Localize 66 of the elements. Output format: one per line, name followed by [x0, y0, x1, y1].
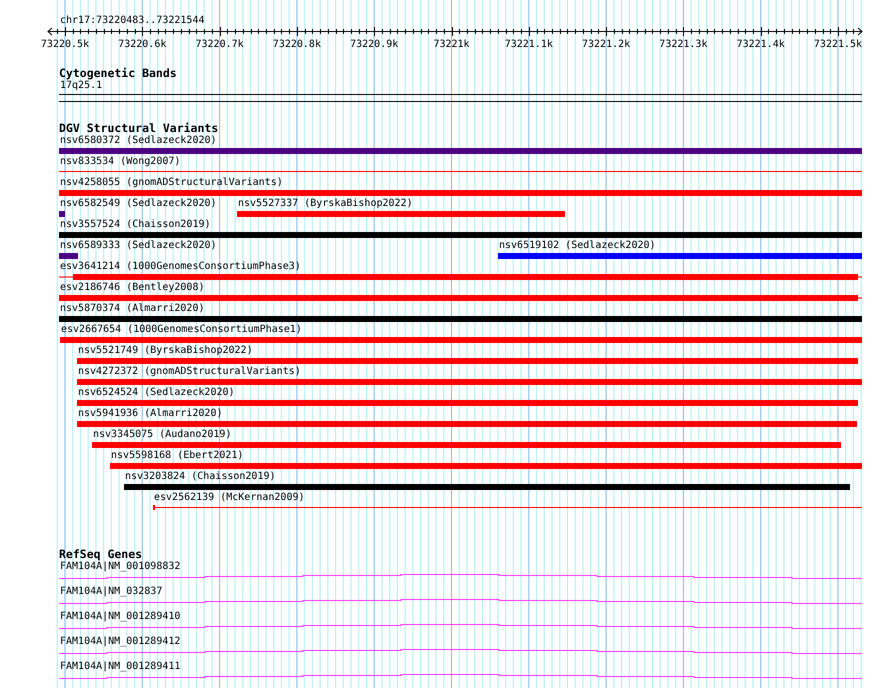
track-title: RefSeq Genes [59, 548, 142, 561]
gene-label: FAM104A|NM_032837 [59, 586, 162, 597]
feature-bar[interactable] [59, 211, 65, 217]
feature-label: esv2186746 (Bentley2008) [60, 282, 204, 294]
gene-label: FAM104A|NM_001098832 [59, 561, 180, 572]
tick-label: 73220.8k [272, 39, 322, 51]
feature-bar[interactable] [59, 295, 862, 301]
feature-label: nsv3557524 (Chaisson2019) [60, 219, 211, 231]
feature-bar[interactable] [59, 274, 862, 280]
track-title: DGV Structural Variants [59, 122, 218, 135]
feature-label: nsv4272372 (gnomADStructuralVariants) [78, 366, 301, 378]
location-label: chr17:73220483..73221544 [59, 15, 204, 27]
feature-label: nsv6519102 (Sedlazeck2020) [499, 240, 656, 252]
feature-bar[interactable] [59, 253, 78, 259]
feature-bar[interactable] [60, 337, 862, 343]
feature-line[interactable] [153, 505, 862, 511]
feature-label: nsv6524524 (Sedlazeck2020) [78, 387, 235, 399]
feature-label: nsv5941936 (Almarri2020) [78, 408, 222, 420]
feature-label: nsv6582549 (Sedlazeck2020) [60, 198, 217, 210]
feature-label: nsv5521749 (ByrskaBishop2022) [78, 345, 253, 357]
feature-bar[interactable] [59, 316, 862, 322]
feature-label: nsv5870374 (Almarri2020) [60, 303, 204, 315]
feature-label: esv3641214 (1000GenomesConsortiumPhase3) [60, 261, 301, 273]
tick-label: 73221.1k [504, 39, 554, 51]
tick-label: 73220.6k [117, 39, 168, 51]
tick-label: 73221k [432, 39, 471, 51]
feature-bar[interactable] [92, 442, 841, 448]
feature-bar[interactable] [59, 190, 862, 196]
feature-bar[interactable] [77, 400, 858, 406]
gene-line[interactable] [59, 673, 862, 681]
feature-bar[interactable] [124, 484, 850, 490]
feature-bar[interactable] [59, 148, 862, 154]
gene-label: FAM104A|NM_001289410 [59, 611, 180, 622]
feature-bar[interactable] [110, 463, 862, 469]
gene-label: FAM104A|NM_001289411 [59, 661, 180, 672]
feature-label: esv2562139 (McKernan2009) [154, 492, 305, 504]
tick-label: 73220.5k [40, 39, 90, 51]
feature-bar[interactable] [77, 358, 858, 364]
gene-line[interactable] [59, 648, 862, 656]
tick-label: 73221.3k [658, 39, 708, 51]
gene-line[interactable] [59, 598, 862, 606]
gene-label: FAM104A|NM_001289412 [59, 636, 180, 647]
gene-line[interactable] [59, 623, 862, 631]
feature-label: nsv4258055 (gnomADStructuralVariants) [60, 177, 283, 189]
tick-label: 73221.4k [736, 39, 786, 51]
gene-line[interactable] [59, 573, 862, 581]
tick-label: 73220.7k [194, 39, 245, 51]
feature-line[interactable] [59, 169, 862, 175]
tick-label: 73220.9k [349, 39, 400, 51]
feature-label: nsv3203824 (Chaisson2019) [125, 471, 276, 483]
feature-label: nsv833534 (Wong2007) [60, 156, 180, 168]
feature-label: nsv5527337 (ByrskaBishop2022) [238, 198, 413, 210]
feature-label: nsv5598168 (Ebert2021) [111, 450, 244, 462]
feature-bar[interactable] [498, 253, 862, 259]
tick-label: 73221.2k [581, 39, 632, 51]
feature-bar[interactable] [77, 421, 857, 427]
feature-bar[interactable] [237, 211, 565, 217]
feature-label: nsv6580372 (Sedlazeck2020) [60, 135, 217, 147]
feature-label: nsv3345075 (Audano2019) [93, 429, 232, 441]
band-label: 17q25.1 [59, 80, 102, 92]
feature-bar[interactable] [77, 379, 862, 385]
track-title: Cytogenetic Bands [59, 67, 177, 80]
feature-label: nsv6589333 (Sedlazeck2020) [60, 240, 217, 252]
tick-label: 73221.5k [812, 39, 864, 51]
feature-label: esv2667654 (1000GenomesConsortiumPhase1) [61, 324, 302, 336]
feature-bar[interactable] [59, 232, 862, 238]
